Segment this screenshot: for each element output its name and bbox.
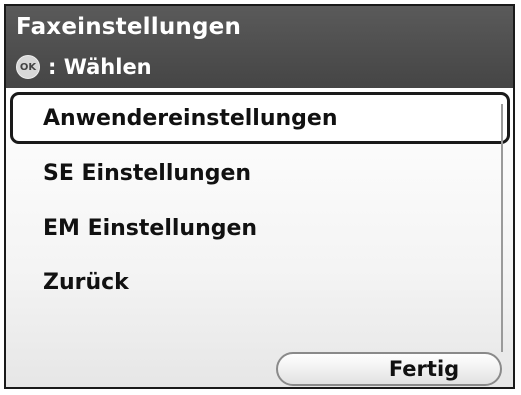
menu-item-se-einstellungen[interactable]: SE Einstellungen [10, 147, 510, 199]
menu-item-anwendereinstellungen[interactable]: Anwendereinstellungen [10, 92, 510, 144]
select-hint: OK : Wählen [16, 54, 152, 80]
header-bar: Faxeinstellungen OK : Wählen [6, 6, 513, 88]
done-button[interactable]: Fertig [276, 352, 502, 386]
menu-item-label: Zurück [43, 269, 129, 295]
done-button-label: Fertig [388, 357, 460, 381]
menu-item-label: EM Einstellungen [43, 215, 258, 241]
menu-item-label: Anwendereinstellungen [43, 105, 338, 131]
page-title: Faxeinstellungen [16, 14, 242, 40]
ok-button-icon: OK [16, 55, 40, 79]
menu-list: Anwendereinstellungen SE Einstellungen E… [6, 88, 513, 387]
menu-item-zurueck[interactable]: Zurück [10, 256, 510, 308]
fax-settings-screen: Faxeinstellungen OK : Wählen Anwenderein… [4, 4, 515, 389]
menu-item-em-einstellungen[interactable]: EM Einstellungen [10, 202, 510, 254]
scrollbar[interactable] [501, 104, 503, 352]
select-hint-text: : Wählen [48, 55, 152, 79]
menu-item-label: SE Einstellungen [43, 160, 252, 186]
